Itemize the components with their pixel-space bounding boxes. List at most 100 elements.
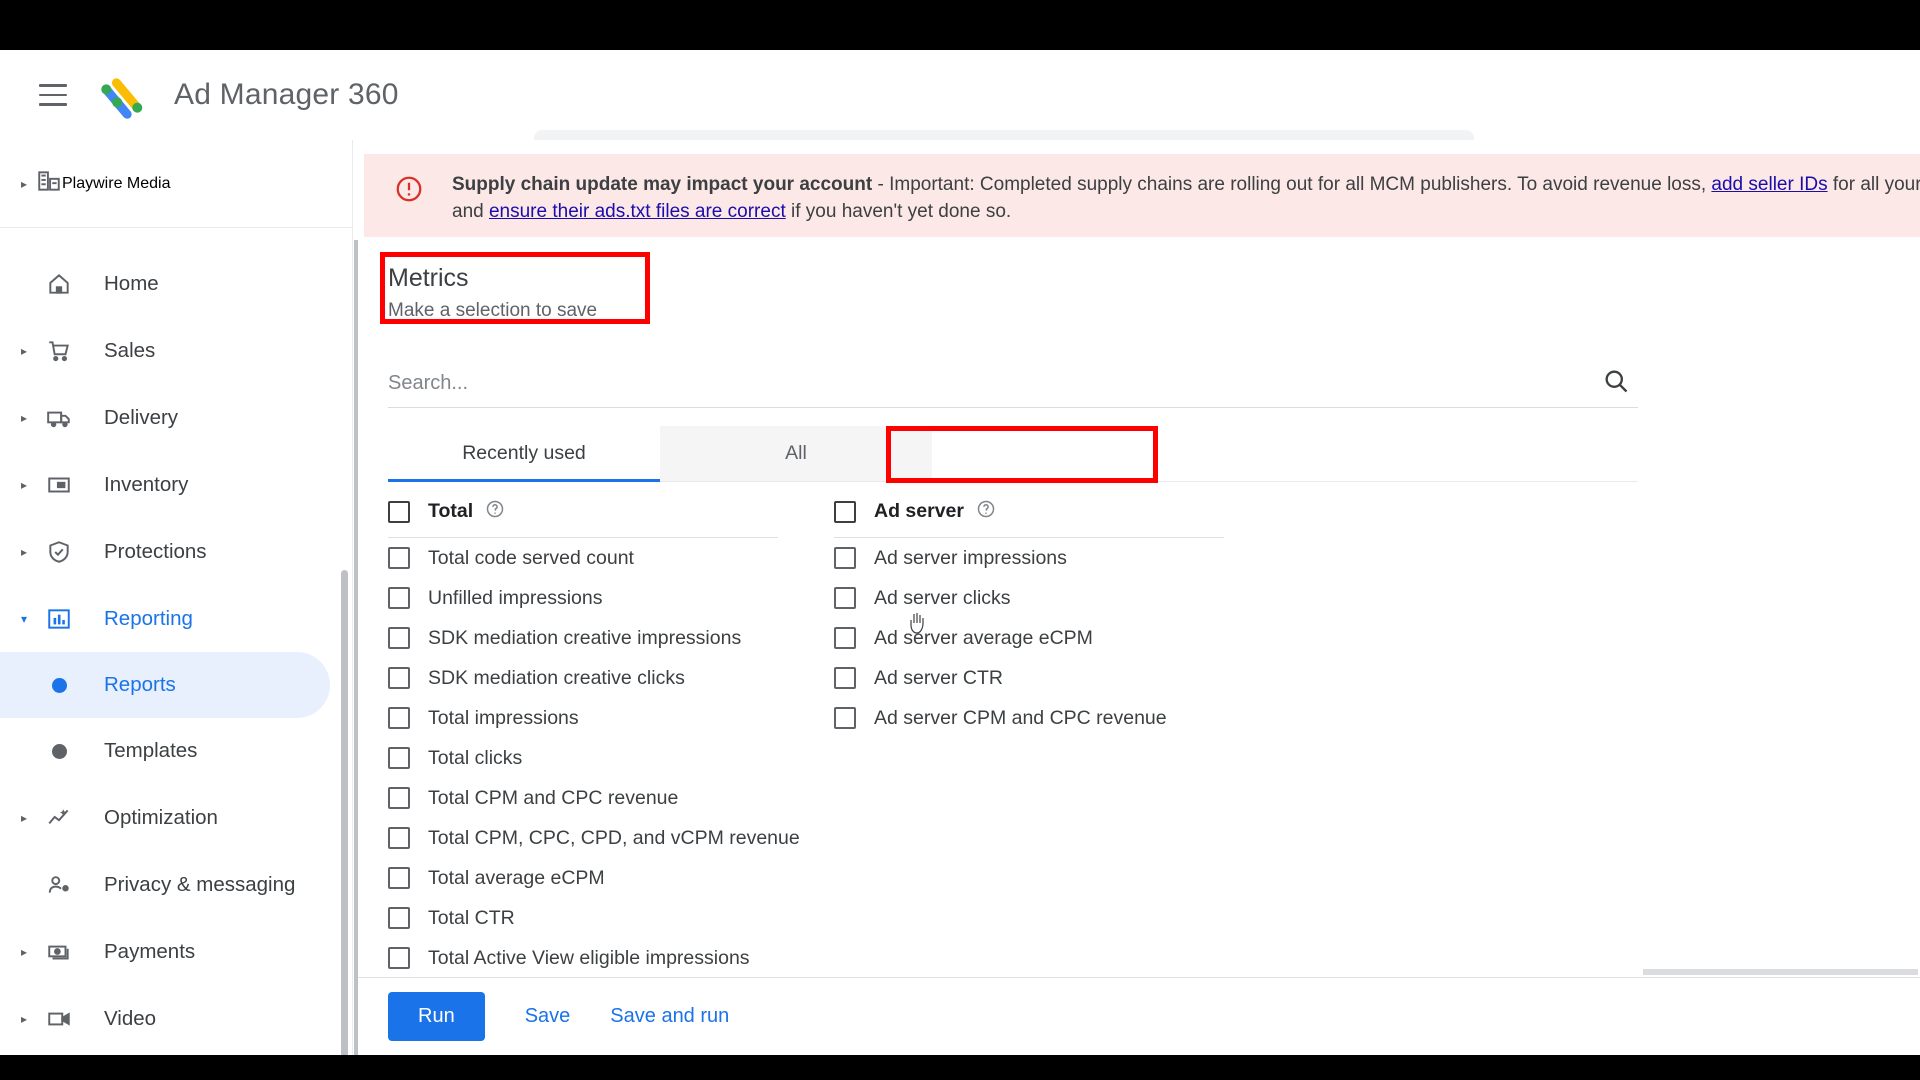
search-icon[interactable]: [1602, 367, 1630, 400]
list-item[interactable]: Total clicks: [388, 738, 778, 778]
list-item[interactable]: SDK mediation creative clicks: [388, 658, 778, 698]
sidebar-item-label: Privacy & messaging: [104, 872, 296, 896]
checkbox[interactable]: [834, 627, 856, 649]
hamburger-icon[interactable]: [32, 74, 74, 116]
tab-all[interactable]: All: [660, 426, 932, 481]
shield-check-icon: [36, 539, 82, 565]
chevron-right-icon[interactable]: ▸: [12, 412, 36, 424]
run-button[interactable]: Run: [388, 992, 485, 1041]
dot-icon: [36, 677, 82, 693]
sidebar-item-delivery[interactable]: ▸ Delivery: [0, 384, 352, 451]
list-item[interactable]: Unfilled impressions: [388, 578, 778, 618]
checkbox[interactable]: [388, 947, 410, 969]
metrics-search-input[interactable]: [388, 372, 1488, 395]
chevron-down-icon[interactable]: ▾: [12, 613, 36, 625]
metric-label: Total CTR: [428, 906, 515, 929]
checkbox[interactable]: [388, 627, 410, 649]
column-header-ad-server[interactable]: Ad server: [834, 486, 1224, 538]
account-selector[interactable]: ▸ Playwire Media: [0, 140, 352, 228]
list-item[interactable]: Total average eCPM: [388, 858, 778, 898]
horizontal-scrollbar[interactable]: [1643, 969, 1918, 975]
list-item[interactable]: Total CPM and CPC revenue: [388, 778, 778, 818]
banner-text: Supply chain update may impact your acco…: [452, 172, 1920, 226]
chevron-right-icon[interactable]: ▸: [12, 345, 36, 357]
account-name: Playwire Media: [62, 174, 171, 192]
sidebar-item-reports[interactable]: ▸ Reports: [0, 652, 330, 718]
sidebar-item-reporting[interactable]: ▾ Reporting: [0, 585, 352, 652]
sidebar-item-label: Templates: [104, 739, 198, 762]
checkbox[interactable]: [388, 787, 410, 809]
metrics-search-row[interactable]: [388, 360, 1638, 408]
checkbox[interactable]: [388, 707, 410, 729]
checkbox[interactable]: [834, 707, 856, 729]
checkbox-ad-server-group[interactable]: [834, 500, 856, 523]
ads-txt-link[interactable]: ensure their ads.txt files are correct: [489, 201, 786, 222]
metric-label: Total CPM, CPC, CPD, and vCPM revenue: [428, 826, 800, 849]
sidebar-item-privacy-messaging[interactable]: ▸ Privacy & messaging: [0, 851, 352, 918]
sidebar-item-home[interactable]: ▸ Home: [0, 250, 352, 317]
checkbox[interactable]: [388, 827, 410, 849]
list-item[interactable]: Total Active View eligible impressions: [388, 938, 778, 978]
bar-chart-icon: [36, 606, 82, 632]
list-item[interactable]: Total code served count: [388, 538, 778, 578]
metric-label: Total code served count: [428, 546, 634, 569]
home-icon: [36, 271, 82, 297]
checkbox[interactable]: [388, 547, 410, 569]
sidebar-item-payments[interactable]: ▸ Payments: [0, 918, 352, 985]
save-button[interactable]: Save: [525, 1005, 571, 1028]
list-item[interactable]: Ad server CPM and CPC revenue: [834, 698, 1224, 738]
chevron-right-icon[interactable]: ▸: [12, 1013, 36, 1025]
screenshot-viewport: Ad Manager 360 ▸ Playwire Media Home ▸ S…: [0, 0, 1920, 1080]
checkbox[interactable]: [388, 907, 410, 929]
sidebar-item-sales[interactable]: ▸ Sales: [0, 317, 352, 384]
sidebar-scrollbar[interactable]: [341, 570, 348, 1055]
list-item[interactable]: Total impressions: [388, 698, 778, 738]
sidebar-item-video[interactable]: ▸ Video: [0, 985, 352, 1052]
main-content: Supply chain update may impact your acco…: [354, 140, 1920, 1055]
sidebar-item-protections[interactable]: ▸ Protections: [0, 518, 352, 585]
help-icon[interactable]: [976, 499, 996, 524]
checkbox-total-group[interactable]: [388, 500, 410, 523]
dot-icon: [36, 743, 82, 759]
chevron-right-icon[interactable]: ▸: [12, 812, 36, 824]
banner-body-3: and: [452, 200, 489, 222]
metrics-tabs: Recently used All: [388, 426, 1638, 482]
banner-body-4: if you haven't yet done so.: [785, 200, 1012, 222]
tab-recently-used[interactable]: Recently used: [388, 426, 660, 482]
page-title: Metrics: [388, 264, 469, 292]
list-item[interactable]: Ad server CTR: [834, 658, 1224, 698]
list-item[interactable]: Total CPM, CPC, CPD, and vCPM revenue: [388, 818, 800, 858]
metrics-column-ad-server: Ad server Ad server impressions Ad serve…: [834, 486, 1224, 985]
list-item[interactable]: Ad server clicks: [834, 578, 1224, 618]
sidebar-item-label: Reporting: [104, 606, 193, 630]
chevron-right-icon[interactable]: ▸: [12, 546, 36, 558]
metric-label: Total average eCPM: [428, 866, 605, 889]
sidebar-item-optimization[interactable]: ▸ Optimization: [0, 784, 352, 851]
checkbox[interactable]: [388, 747, 410, 769]
checkbox[interactable]: [834, 587, 856, 609]
list-item[interactable]: SDK mediation creative impressions: [388, 618, 778, 658]
chevron-right-icon[interactable]: ▸: [12, 946, 36, 958]
ad-manager-logo: [98, 67, 154, 123]
truck-icon: [36, 405, 82, 431]
checkbox[interactable]: [388, 667, 410, 689]
list-item[interactable]: Ad server average eCPM: [834, 618, 1224, 658]
chevron-right-icon: ▸: [20, 176, 28, 191]
column-header-total[interactable]: Total: [388, 486, 778, 538]
checkbox[interactable]: [388, 867, 410, 889]
checkbox[interactable]: [388, 587, 410, 609]
metrics-panel: Metrics Make a selection to save Recentl…: [354, 240, 1920, 1055]
checkbox[interactable]: [834, 547, 856, 569]
checkbox[interactable]: [834, 667, 856, 689]
banner-body-2: for all your child publishe: [1832, 174, 1920, 195]
sidebar-item-inventory[interactable]: ▸ Inventory: [0, 451, 352, 518]
sidebar-item-templates[interactable]: ▸ Templates: [0, 718, 352, 784]
add-seller-ids-link[interactable]: add seller IDs: [1711, 174, 1827, 195]
sidebar-item-label: Optimization: [104, 805, 218, 829]
help-icon[interactable]: [485, 499, 505, 524]
chevron-right-icon[interactable]: ▸: [12, 479, 36, 491]
list-item[interactable]: Ad server impressions: [834, 538, 1224, 578]
banner-body-1: - Important: Completed supply chains are…: [872, 174, 1712, 195]
save-and-run-button[interactable]: Save and run: [610, 1005, 729, 1028]
list-item[interactable]: Total CTR: [388, 898, 778, 938]
